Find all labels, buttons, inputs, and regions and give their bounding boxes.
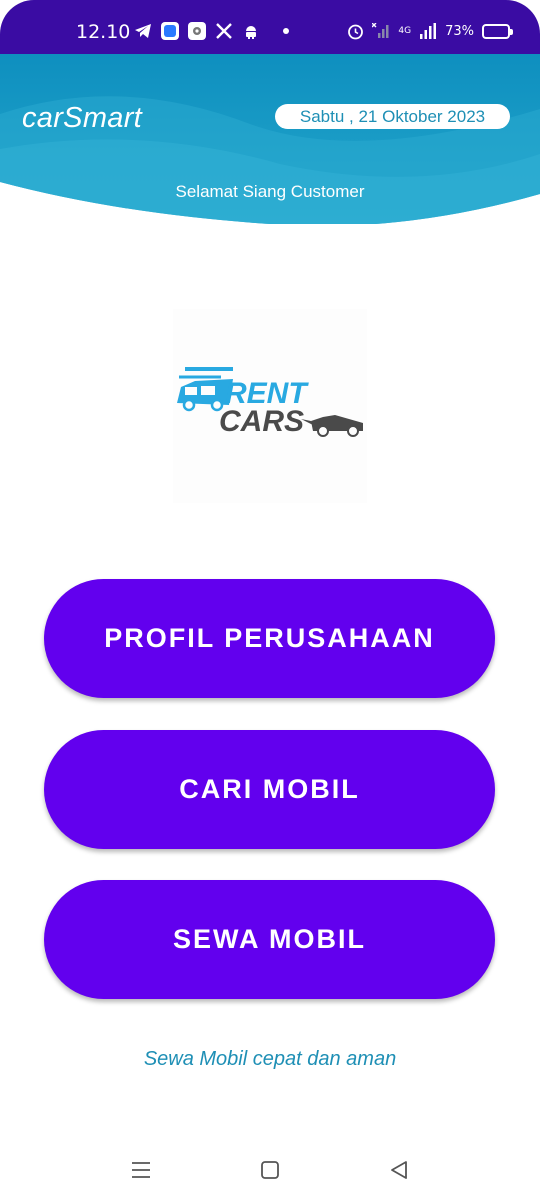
signal-off-icon	[372, 22, 390, 40]
x-icon	[215, 22, 233, 40]
menu-icon[interactable]	[129, 1158, 153, 1182]
app-title: carSmart	[22, 102, 143, 134]
home-icon[interactable]	[258, 1158, 282, 1182]
date-badge: Sabtu , 21 Oktober 2023	[275, 104, 510, 129]
back-icon[interactable]	[387, 1158, 411, 1182]
status-bar: 12.10 4G 73%	[0, 0, 540, 54]
header: carSmart Sabtu , 21 Oktober 2023 Selamat…	[0, 54, 540, 224]
battery-icon	[482, 23, 513, 39]
android-icon	[242, 22, 260, 40]
tagline: Sewa Mobil cepat dan aman	[143, 1048, 397, 1070]
settings-icon	[188, 22, 206, 40]
search-car-button[interactable]: CARI MOBIL	[44, 730, 495, 849]
greeting-text: Selamat Siang Customer	[175, 182, 365, 201]
signal-icon	[419, 22, 437, 40]
app-blue-icon	[161, 22, 179, 40]
telegram-icon	[134, 22, 152, 40]
more-notifications-dot	[283, 28, 289, 34]
rent-cars-logo: RENT CARS	[173, 309, 367, 503]
system-icons: 4G 73%	[346, 22, 513, 40]
system-nav-bar	[0, 1140, 540, 1202]
logo-cars-text: CARS	[219, 405, 304, 438]
profile-company-button[interactable]: PROFIL PERUSAHAAN	[44, 579, 495, 698]
network-type: 4G	[398, 26, 412, 36]
alarm-icon	[346, 22, 364, 40]
battery-percent: 73%	[445, 23, 474, 39]
notification-icons	[134, 22, 289, 40]
rent-car-button[interactable]: SEWA MOBIL	[44, 880, 495, 999]
status-time: 12.10	[76, 21, 131, 43]
